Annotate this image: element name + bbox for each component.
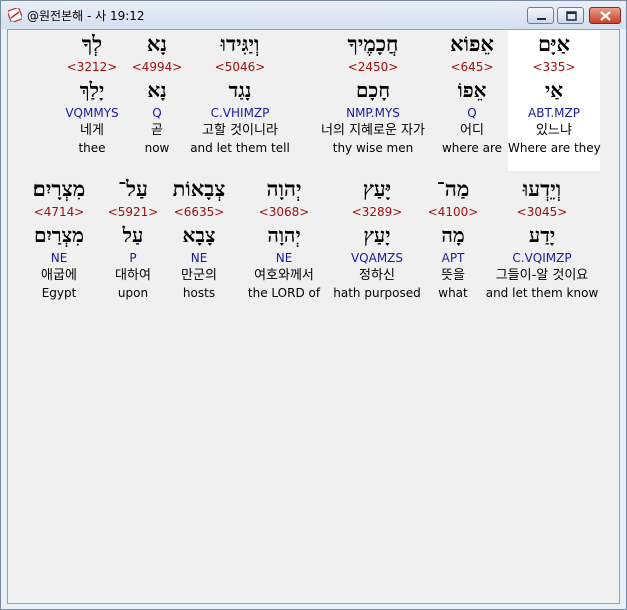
window-title: @원전본해 - 사 19:12 <box>27 9 145 23</box>
morphology-code: ABT.MZP <box>528 106 580 120</box>
word-block[interactable]: מַה־ <4100> מָה APT 뜻을 what <box>424 175 482 301</box>
lemma-word: מָה <box>441 223 465 247</box>
maximize-button[interactable] <box>557 7 584 24</box>
korean-gloss: 그들이-알 것이요 <box>495 268 589 283</box>
hebrew-word: חֲכָמֶיךָ <box>347 31 399 56</box>
hebrew-word: יָּעַץ <box>362 176 392 201</box>
strong-number[interactable]: <6635> <box>164 203 234 221</box>
strong-number[interactable]: <3045> <box>482 203 602 221</box>
english-gloss: now <box>144 141 170 155</box>
hebrew-word: נָא <box>146 31 168 56</box>
morphology-code: C.VQIMZP <box>512 251 572 265</box>
hebrew-word: מַה־ <box>436 176 470 201</box>
morphology-code: Q <box>467 106 477 120</box>
strong-number[interactable]: <645> <box>426 58 518 76</box>
word-block[interactable]: יְהוָה <3068> יְהוָה NE 여호와께서 the LORD o… <box>238 175 330 301</box>
korean-gloss: 네게 <box>80 123 104 138</box>
minimize-button[interactable] <box>527 7 554 24</box>
lemma-word: אַי <box>544 78 564 102</box>
strong-number[interactable]: <2450> <box>308 58 438 76</box>
korean-gloss: 정하신 <box>359 268 395 283</box>
morphology-code: P <box>129 251 137 265</box>
lemma-word: יָעַץ <box>363 223 391 247</box>
english-gloss: hath purposed <box>333 286 421 300</box>
morphology-code: VQAMZS <box>350 251 404 265</box>
korean-gloss: 너의 지혜로운 자가 <box>321 123 425 138</box>
english-gloss: hosts <box>182 286 216 300</box>
english-gloss: the LORD of <box>247 286 321 300</box>
verse-panel: אַיָּם <335> אַי ABT.MZP 있느냐 Where are t… <box>7 29 620 604</box>
lemma-word: מִצְרַיִם <box>34 223 84 247</box>
korean-gloss: 만군의 <box>181 268 217 283</box>
english-gloss: and let them know <box>485 286 599 300</box>
english-gloss: what <box>438 286 468 300</box>
hebrew-word: וְיַגִּידוּ <box>220 31 260 56</box>
korean-gloss: 어디 <box>460 123 484 138</box>
lemma-word: יָדַע <box>528 223 556 247</box>
morphology-code: C.VHIMZP <box>210 106 270 120</box>
morphology-code: VQMMYS <box>65 106 119 120</box>
lemma-word: יְהוָה <box>267 223 301 247</box>
hebrew-word: אַיָּם <box>537 31 571 56</box>
morphology-code: NE <box>190 251 208 265</box>
strong-number[interactable]: <3068> <box>238 203 330 221</box>
lemma-word: חָכָם <box>355 78 391 102</box>
morphology-code: NMP.MYS <box>346 106 400 120</box>
morphology-code: NE <box>275 251 293 265</box>
korean-gloss: 애굽에 <box>41 268 77 283</box>
korean-gloss: 있느냐 <box>536 123 572 138</box>
strong-number[interactable]: <335> <box>508 58 600 76</box>
word-block[interactable]: לְךָ <3212> יָלַךְ VQMMYS 네게 thee <box>56 30 128 156</box>
korean-gloss: 대하여 <box>115 268 151 283</box>
hebrew-word: צְבָאוֹת <box>172 176 226 201</box>
word-block[interactable]: וְיֵדְעוּ <3045> יָדַע C.VQIMZP 그들이-알 것이… <box>482 175 602 301</box>
word-block[interactable]: וְיַגִּידוּ <5046> נָגַד C.VHIMZP 고할 것이니… <box>188 30 292 156</box>
strong-number[interactable]: <4100> <box>424 203 482 221</box>
hebrew-word: מִצְרָיִם׃ <box>32 176 86 201</box>
hebrew-word: לְךָ <box>81 31 103 56</box>
word-block[interactable]: מִצְרָיִם׃ <4714> מִצְרַיִם NE 애굽에 Egypt <box>16 175 102 301</box>
english-gloss: thee <box>78 141 106 155</box>
title-bar[interactable]: @원전본해 - 사 19:12 <box>1 1 626 29</box>
morphology-code: Q <box>152 106 162 120</box>
word-block[interactable]: יָּעַץ <3289> יָעַץ VQAMZS 정하신 hath purp… <box>332 175 422 301</box>
lemma-word: עַל <box>122 223 144 247</box>
hebrew-word: יְהוָה <box>266 176 302 201</box>
close-button[interactable] <box>589 7 621 24</box>
lemma-word: נָא <box>147 78 167 102</box>
lemma-word: נָגַד <box>228 78 252 102</box>
word-block[interactable]: עַל־ <5921> עַל P 대하여 upon <box>104 175 162 301</box>
strong-number[interactable]: <4714> <box>16 203 102 221</box>
strong-number[interactable]: <3289> <box>332 203 422 221</box>
english-gloss: Where are they <box>508 141 601 155</box>
word-block[interactable]: אַיָּם <335> אַי ABT.MZP 있느냐 Where are t… <box>508 30 601 171</box>
hebrew-word: עַל־ <box>118 176 148 201</box>
word-block[interactable]: אֵפוֹא <645> אֵפוֹ Q 어디 where are <box>426 30 518 156</box>
word-block[interactable]: נָא <4994> נָא Q 곧 now <box>128 30 186 156</box>
lemma-word: צָבָא <box>182 223 216 247</box>
word-block[interactable]: צְבָאוֹת <6635> צָבָא NE 만군의 hosts <box>164 175 234 301</box>
app-window: @원전본해 - 사 19:12 אַיָּם <335> אַי ABT.MZP… <box>0 0 627 610</box>
hebrew-word: וְיֵדְעוּ <box>522 176 562 201</box>
english-gloss: upon <box>117 286 149 300</box>
strong-number[interactable]: <5921> <box>104 203 162 221</box>
korean-gloss: 뜻을 <box>441 268 465 283</box>
strong-number[interactable]: <5046> <box>188 58 292 76</box>
korean-gloss: 여호와께서 <box>254 268 314 283</box>
lemma-word: אֵפוֹ <box>457 78 487 102</box>
english-gloss: thy wise men <box>332 141 414 155</box>
lemma-word: יָלַךְ <box>79 78 105 102</box>
bible-app-icon <box>6 6 24 24</box>
word-block[interactable]: חֲכָמֶיךָ <2450> חָכָם NMP.MYS 너의 지혜로운 자… <box>308 30 438 156</box>
strong-number[interactable]: <3212> <box>56 58 128 76</box>
strong-number[interactable]: <4994> <box>128 58 186 76</box>
hebrew-word: אֵפוֹא <box>450 31 494 56</box>
english-gloss: and let them tell <box>190 141 290 155</box>
english-gloss: Egypt <box>41 286 77 300</box>
english-gloss: where are <box>441 141 503 155</box>
korean-gloss: 곧 <box>151 123 163 138</box>
korean-gloss: 고할 것이니라 <box>202 123 278 138</box>
morphology-code: NE <box>50 251 68 265</box>
morphology-code: APT <box>441 251 465 265</box>
